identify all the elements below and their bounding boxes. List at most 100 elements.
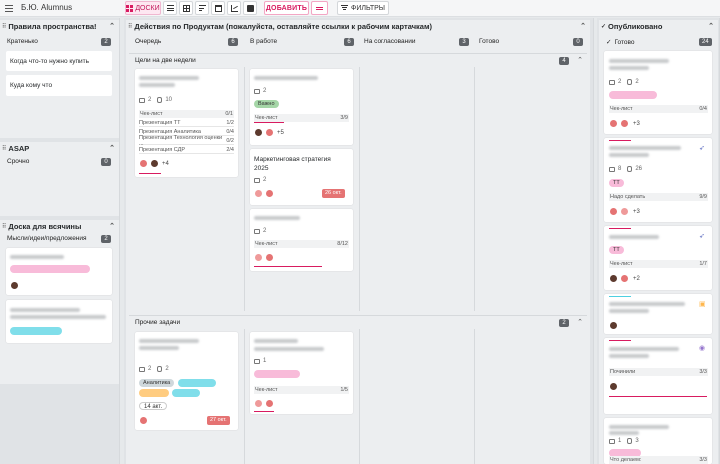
file-count: 2 <box>635 79 639 85</box>
avatar[interactable] <box>254 399 263 408</box>
card-title <box>609 425 669 429</box>
menu-icon[interactable] <box>5 5 13 12</box>
list-view-button[interactable] <box>163 1 177 15</box>
chevron-up-icon[interactable]: ⌃ <box>708 22 714 30</box>
panel-asap-header[interactable]: ⠿ ASAP ⌃ <box>0 142 119 155</box>
calendar-view-button[interactable] <box>211 1 225 15</box>
avatar[interactable] <box>254 189 263 198</box>
checklist-header[interactable]: Чек-лист 1/7 <box>609 260 708 268</box>
due-date-badge[interactable]: 26 окт. <box>322 189 345 198</box>
panel-published-header[interactable]: ✓ Опубликовано ⌃ <box>599 20 718 33</box>
comment-count: 2 <box>263 88 267 94</box>
avatar[interactable] <box>620 207 629 216</box>
drag-handle-icon[interactable]: ⠿ <box>2 145 7 152</box>
swimlane-title[interactable]: Цели на две недели <box>135 57 196 64</box>
card-meta: 13 <box>609 438 639 444</box>
chevron-up-icon[interactable]: ⌃ <box>109 144 115 152</box>
table-view-button[interactable] <box>179 1 193 15</box>
card-title <box>609 59 669 63</box>
task-card[interactable]: ➶ 8 26 ТТ Надо сделать 9/9 +3 <box>604 138 712 222</box>
panel-products-header[interactable]: ⠿ Действия по Продуктам (пожалуйста, оста… <box>126 20 590 33</box>
avatar[interactable] <box>139 416 148 425</box>
progress-bar <box>609 340 631 341</box>
checklist-header[interactable]: Чек-лист 3/9 <box>254 114 349 122</box>
task-card[interactable]: 2 Важно Чек-лист 3/9 +5 <box>250 69 353 145</box>
card-meta: 2 <box>254 228 266 234</box>
avatar[interactable] <box>609 119 618 128</box>
avatar[interactable] <box>139 159 148 168</box>
avatar[interactable] <box>609 382 618 391</box>
checklist-header[interactable]: Починили 3/3 <box>609 368 708 376</box>
avatar[interactable] <box>609 207 618 216</box>
avatar[interactable] <box>265 128 274 137</box>
more-assignees[interactable]: +3 <box>633 209 640 215</box>
add-menu-button[interactable] <box>311 1 328 15</box>
date-chip[interactable]: 14 акт. <box>139 402 168 410</box>
chevron-up-icon[interactable]: ⌃ <box>577 318 583 326</box>
checklist-header[interactable]: Что делаем: 3/3 <box>609 456 708 464</box>
task-card[interactable]: 22 Аналитика 14 акт. 27 окт. <box>135 332 238 430</box>
chevron-up-icon[interactable]: ⌃ <box>109 222 115 230</box>
task-card[interactable]: ▣ <box>604 294 712 334</box>
task-card[interactable]: 22 Чек-лист 0/4 +3 <box>604 51 712 134</box>
avatar[interactable] <box>254 253 263 262</box>
checklist-header[interactable]: Чек-лист 0/1 <box>139 110 234 118</box>
avatar[interactable] <box>609 274 618 283</box>
task-card[interactable]: 13 Что делаем: 3/3 <box>604 418 712 464</box>
more-assignees[interactable]: +4 <box>162 161 169 167</box>
drag-handle-icon[interactable]: ⠿ <box>2 23 7 30</box>
card-buy[interactable]: Когда что-то нужно купить <box>6 51 112 71</box>
column-approval[interactable]: На согласовании <box>364 38 415 45</box>
avatar[interactable] <box>265 189 274 198</box>
column-queue[interactable]: Очередь <box>135 38 161 45</box>
more-assignees[interactable]: +2 <box>633 276 640 282</box>
task-card[interactable]: 1 Чек-лист 1/5 <box>250 332 353 414</box>
filters-button[interactable]: ФИЛЬТРЫ <box>337 1 389 15</box>
task-card[interactable]: Маркетинговая стратегия 2025 2 26 окт. <box>250 149 353 205</box>
checklist-header[interactable]: Чек-лист 8/12 <box>254 240 349 248</box>
checklist-item[interactable]: Презентация ТТ 1/2 <box>139 119 234 127</box>
chart-view-button[interactable] <box>227 1 241 15</box>
checklist-header[interactable]: Чек-лист 0/4 <box>609 105 708 113</box>
task-card[interactable]: ➶ ТТ Чек-лист 1/7 +2 <box>604 226 712 290</box>
checklist-item[interactable]: Презентация СДР 2/4 <box>139 146 234 154</box>
workspace-title[interactable]: Б.Ю. Alumnus <box>21 3 72 12</box>
panel-rules-header[interactable]: ⠿ Правила пространства! ⌃ <box>0 20 119 33</box>
idea-card[interactable] <box>6 300 112 343</box>
count-badge: 4 <box>559 57 569 65</box>
chevron-up-icon[interactable]: ⌃ <box>109 22 115 30</box>
more-assignees[interactable]: +3 <box>633 121 640 127</box>
drag-handle-icon[interactable]: ⠿ <box>2 223 7 230</box>
more-assignees[interactable]: +5 <box>277 130 284 136</box>
book-view-button[interactable] <box>243 1 257 15</box>
task-card[interactable]: 2 10 Чек-лист 0/1 Презентация ТТ 1/2 Презен… <box>135 69 238 177</box>
sort-view-button[interactable] <box>195 1 209 15</box>
swimlane-title[interactable]: Прочие задачи <box>135 319 180 326</box>
avatar[interactable] <box>265 253 274 262</box>
avatar[interactable] <box>265 399 274 408</box>
boards-view-button[interactable]: ДОСКИ <box>125 1 161 15</box>
chevron-up-icon[interactable]: ⌃ <box>580 22 586 30</box>
task-card[interactable]: ◉ Починили 3/3 <box>604 338 712 414</box>
column-in-work[interactable]: В работе <box>250 38 277 45</box>
due-date-badge[interactable]: 27 окт. <box>207 416 230 425</box>
checklist-count: 0/1 <box>225 111 233 117</box>
drag-handle-icon[interactable]: ⠿ <box>128 23 133 30</box>
avatar[interactable] <box>254 128 263 137</box>
checklist-count: 9/9 <box>699 194 707 200</box>
checklist-item[interactable]: Презентация Технология оценки ... 0/2 <box>139 135 234 147</box>
checklist-header[interactable]: Надо сделать 9/9 <box>609 193 708 201</box>
avatar[interactable] <box>620 274 629 283</box>
checklist-header[interactable]: Чек-лист 1/5 <box>254 386 349 394</box>
avatar[interactable] <box>609 321 618 330</box>
add-button[interactable]: ДОБАВИТЬ <box>264 1 309 15</box>
task-card[interactable]: 2 Чек-лист 8/12 <box>250 209 353 271</box>
idea-card[interactable] <box>6 248 112 295</box>
avatar[interactable] <box>10 281 19 290</box>
column-done[interactable]: Готово <box>479 38 499 45</box>
avatar[interactable] <box>620 119 629 128</box>
panel-misc-header[interactable]: ⠿ Доска для всячины ⌃ <box>0 220 119 233</box>
card-who-what[interactable]: Куда кому что <box>6 75 112 96</box>
avatar[interactable] <box>150 159 159 168</box>
chevron-up-icon[interactable]: ⌃ <box>577 56 583 64</box>
